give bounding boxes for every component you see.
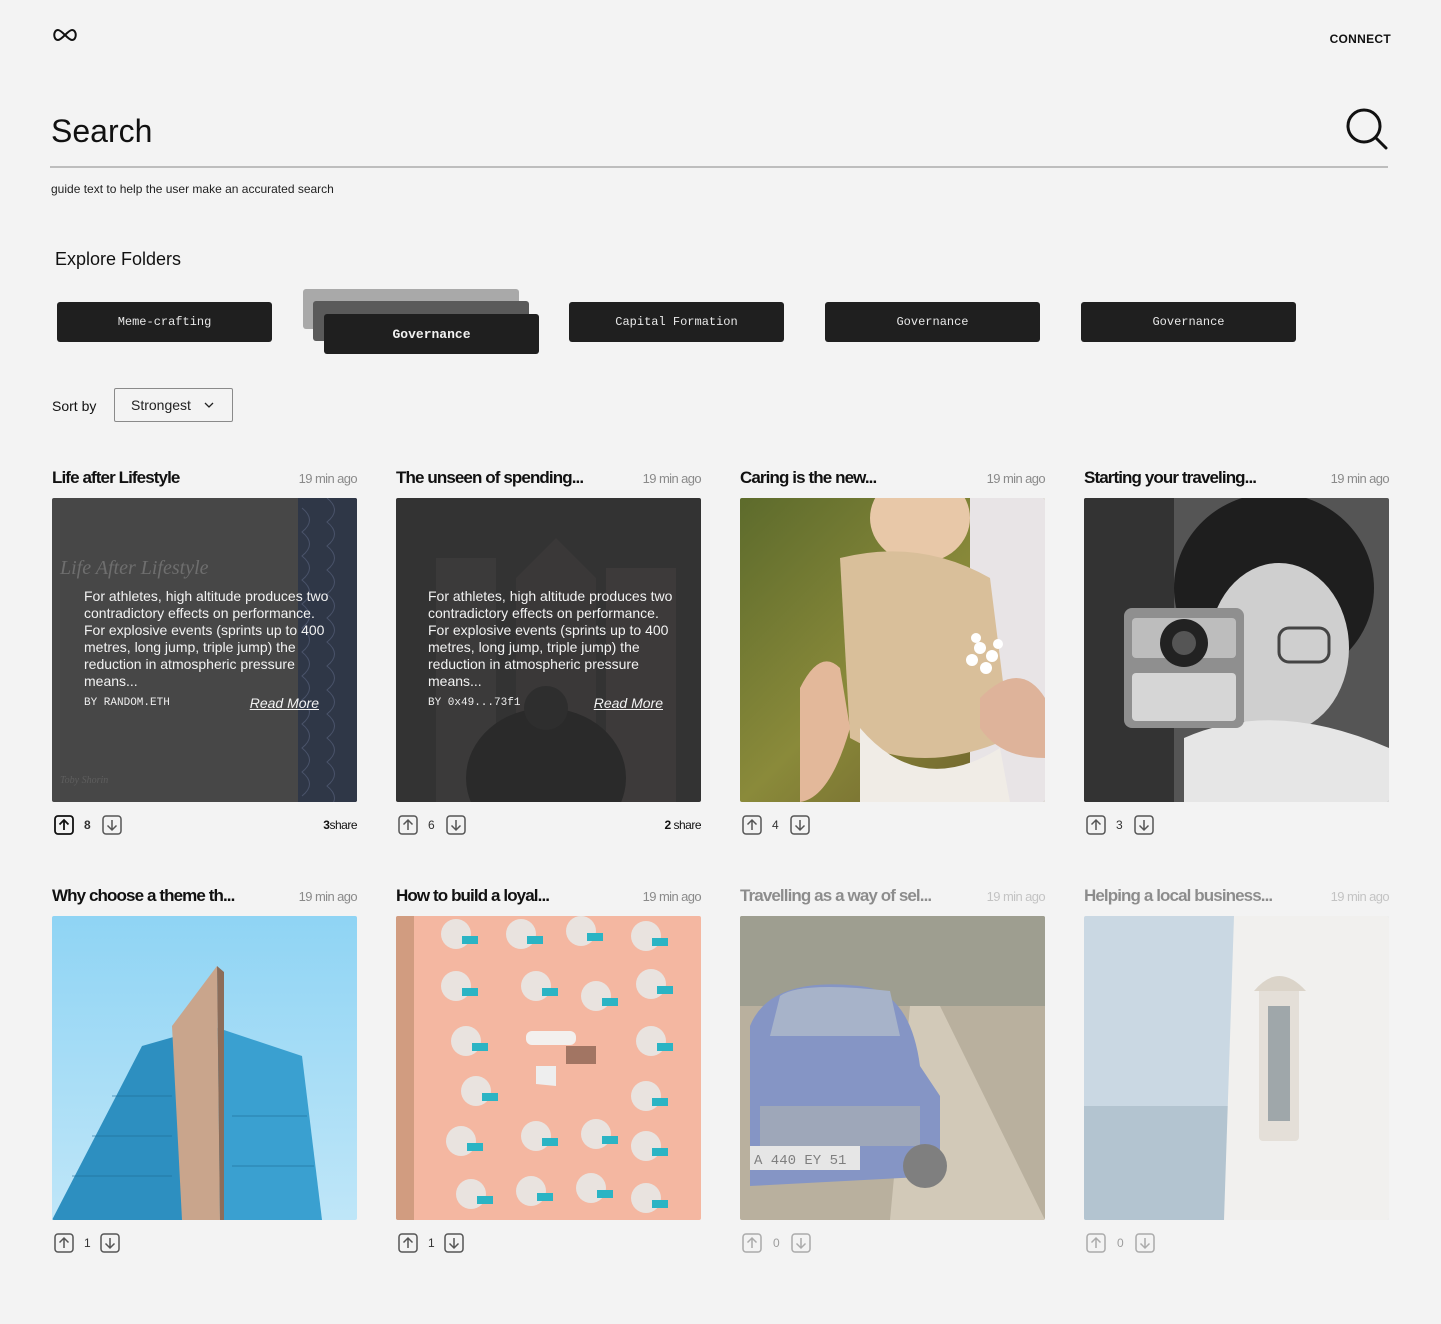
card-title[interactable]: The unseen of spending...: [396, 468, 584, 488]
baby-photo-image: [740, 498, 1045, 802]
card-image[interactable]: A 440 EY 51: [740, 916, 1045, 1220]
upvote-icon[interactable]: [742, 815, 762, 835]
downvote-icon[interactable]: [102, 815, 122, 835]
search-icon[interactable]: [1346, 108, 1388, 150]
search-guide-text: guide text to help the user make an accu…: [51, 182, 334, 196]
upvote-icon[interactable]: [54, 1233, 74, 1253]
infinity-logo-icon[interactable]: [51, 26, 79, 44]
downvote-icon[interactable]: [791, 1233, 811, 1253]
folder-meme-crafting[interactable]: Meme-crafting: [57, 302, 272, 342]
card-title[interactable]: Helping a local business...: [1084, 886, 1273, 906]
downvote-icon[interactable]: [790, 815, 810, 835]
vote-count: 1: [428, 1236, 435, 1250]
card-timestamp: 19 min ago: [642, 889, 702, 904]
card-title[interactable]: Life after Lifestyle: [52, 468, 180, 488]
sort-selected-value: Strongest: [131, 397, 191, 413]
book-cover-title: Life After Lifestyle: [59, 557, 209, 579]
vote-count: 8: [84, 818, 91, 832]
downvote-icon[interactable]: [444, 1233, 464, 1253]
card-image[interactable]: [52, 916, 357, 1220]
card-timestamp: 19 min ago: [1330, 889, 1390, 904]
vote-count: 3: [1116, 818, 1123, 832]
card-actions: 4: [740, 813, 1045, 837]
read-more-link[interactable]: Read More: [250, 695, 319, 711]
downvote-icon[interactable]: [446, 815, 466, 835]
vote-count: 0: [773, 1236, 780, 1250]
connect-button[interactable]: CONNECT: [1330, 32, 1391, 46]
upvote-icon[interactable]: [398, 815, 418, 835]
upvote-icon[interactable]: [398, 1233, 418, 1253]
folder-capital-formation[interactable]: Capital Formation: [569, 302, 784, 342]
card-excerpt: For athletes, high altitude produces two…: [428, 588, 673, 689]
card-title[interactable]: Why choose a theme th...: [52, 886, 235, 906]
card-timestamp: 19 min ago: [642, 471, 702, 486]
beach-umbrellas-image: [396, 916, 701, 1220]
card-author: BY 0x49...73f1: [428, 697, 521, 709]
card-title[interactable]: Caring is the new...: [740, 468, 877, 488]
card-actions: 0: [740, 1231, 1045, 1255]
chevron-down-icon: [204, 402, 214, 408]
skyscraper-photo-image: [52, 916, 357, 1220]
downvote-icon[interactable]: [1135, 1233, 1155, 1253]
card-image[interactable]: For athletes, high altitude produces two…: [396, 498, 701, 802]
read-more-link[interactable]: Read More: [594, 695, 663, 711]
card-image[interactable]: [1084, 916, 1389, 1220]
share-label: share: [673, 818, 701, 832]
search-bar: [50, 106, 1388, 168]
upvote-icon[interactable]: [54, 815, 74, 835]
vote-count: 0: [1117, 1236, 1124, 1250]
downvote-icon[interactable]: [100, 1233, 120, 1253]
share-button[interactable]: 3share: [323, 818, 357, 832]
vote-count: 4: [772, 818, 779, 832]
card-actions: 1: [396, 1231, 701, 1255]
card-actions: 3: [1084, 813, 1389, 837]
card-timestamp: 19 min ago: [298, 889, 358, 904]
card-excerpt: For athletes, high altitude produces two…: [84, 588, 329, 689]
explore-folders-title: Explore Folders: [55, 249, 182, 269]
share-label: share: [329, 818, 357, 832]
card-timestamp: 19 min ago: [986, 889, 1046, 904]
sort-dropdown[interactable]: Strongest: [114, 388, 233, 422]
card-image[interactable]: Life After Lifestyle Toby Shorin For ath…: [52, 498, 357, 802]
card-title[interactable]: How to build a loyal...: [396, 886, 550, 906]
card-actions: 1: [52, 1231, 357, 1255]
card-image[interactable]: [396, 916, 701, 1220]
vote-count: 1: [84, 1236, 91, 1250]
downvote-icon[interactable]: [1134, 815, 1154, 835]
card-timestamp: 19 min ago: [298, 471, 358, 486]
share-count: 2: [664, 818, 671, 832]
upvote-icon[interactable]: [742, 1233, 762, 1253]
card-image[interactable]: [740, 498, 1045, 802]
folder-governance-active[interactable]: Governance: [324, 314, 539, 354]
card-actions: 0: [1084, 1231, 1389, 1255]
folder-governance[interactable]: Governance: [1081, 302, 1296, 342]
sort-label: Sort by: [52, 398, 97, 414]
blue-car-photo-image: A 440 EY 51: [740, 916, 1045, 1220]
search-input[interactable]: [51, 108, 1321, 154]
card-title[interactable]: Travelling as a way of sel...: [740, 886, 932, 906]
card-title[interactable]: Starting your traveling...: [1084, 468, 1257, 488]
license-plate-text: A 440 EY 51: [754, 1153, 846, 1169]
card-author: BY RANDOM.ETH: [84, 697, 170, 709]
folder-governance[interactable]: Governance: [825, 302, 1040, 342]
upvote-icon[interactable]: [1086, 815, 1106, 835]
book-cover-author: Toby Shorin: [60, 775, 108, 786]
vote-count: 6: [428, 818, 435, 832]
card-timestamp: 19 min ago: [1330, 471, 1390, 486]
card-image[interactable]: [1084, 498, 1389, 802]
share-button[interactable]: 2 share: [664, 818, 701, 832]
white-wall-window-image: [1084, 916, 1389, 1220]
card-timestamp: 19 min ago: [986, 471, 1046, 486]
card-actions: 6 2 share: [396, 813, 701, 837]
camera-woman-photo-image: [1084, 498, 1389, 802]
upvote-icon[interactable]: [1086, 1233, 1106, 1253]
card-actions: 8 3share: [52, 813, 357, 837]
